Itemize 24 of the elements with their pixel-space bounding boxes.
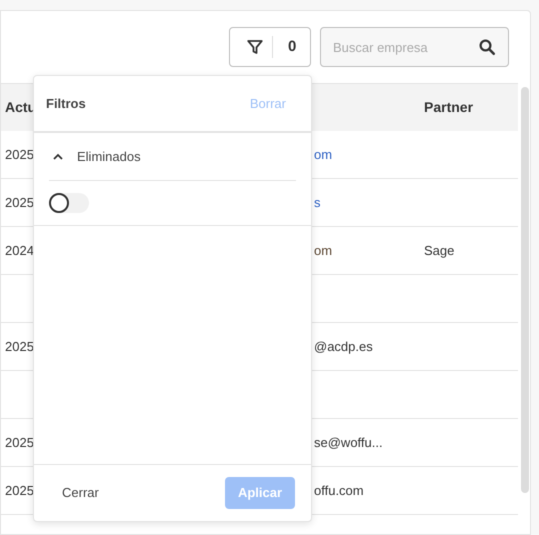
table-cell: se@woffu... <box>314 434 383 450</box>
table-cell: 2024 <box>5 242 34 258</box>
table-cell: om <box>314 242 332 258</box>
close-button[interactable]: Cerrar <box>62 483 99 503</box>
scrollbar[interactable] <box>521 87 529 493</box>
column-header: Partner <box>424 98 474 117</box>
filter-button[interactable]: 0 <box>229 27 311 67</box>
accordion-header[interactable]: Eliminados <box>49 133 296 181</box>
table-cell: @acdp.es <box>314 338 373 354</box>
search-field[interactable]: Buscar empresa <box>320 27 509 67</box>
toggle-switch[interactable] <box>49 193 89 213</box>
search-icon <box>478 38 496 56</box>
table-cell: 2025 <box>5 434 34 450</box>
chevron-up-icon <box>53 153 63 160</box>
table-cell: 2025 <box>5 482 34 498</box>
popup-title: Filtros <box>46 94 86 113</box>
table-cell-text: Sage <box>424 242 454 260</box>
table-cell: s <box>314 194 320 210</box>
table-cell: 2025 <box>5 194 34 210</box>
filter-icon <box>246 38 264 56</box>
table-cell: om <box>314 146 332 162</box>
table-cell: offu.com <box>314 482 364 498</box>
table-cell: 2025 <box>5 146 34 162</box>
table-cell: 2025 <box>5 338 34 354</box>
